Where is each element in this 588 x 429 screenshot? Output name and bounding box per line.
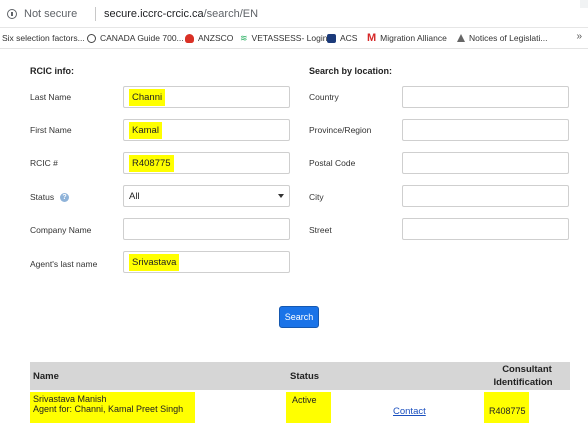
first-name-label: First Name	[30, 125, 72, 135]
consultant-id-cell: R408775	[484, 392, 529, 423]
bookmark-canada-guide[interactable]: CANADA Guide 700...	[87, 33, 184, 43]
globe-icon	[87, 33, 96, 43]
bookmark-notices[interactable]: Notices of Legislati...	[457, 33, 547, 43]
first-name-input[interactable]: Kamal	[123, 119, 290, 141]
bookmark-acs[interactable]: ACS	[327, 33, 357, 43]
rcic-info-title: RCIC info:	[30, 66, 74, 76]
postal-code-label: Postal Code	[309, 158, 356, 168]
bookmark-migration-alliance[interactable]: M Migration Alliance	[367, 31, 447, 44]
window-corner	[580, 0, 588, 8]
v-icon: ≋	[240, 32, 248, 43]
status-select[interactable]: All	[123, 185, 290, 207]
url-text[interactable]: secure.iccrc-crcic.ca/search/EN	[104, 8, 258, 20]
bookmark-vetassess[interactable]: ≋ VETASSESS- Login	[240, 33, 327, 43]
country-label: Country	[309, 92, 339, 102]
rcic-number-label: RCIC #	[30, 158, 58, 168]
city-input[interactable]	[402, 185, 569, 207]
m-icon: M	[367, 31, 377, 44]
search-button[interactable]: Search	[279, 306, 319, 328]
city-label: City	[309, 192, 324, 202]
acs-shield-icon	[327, 33, 336, 43]
help-icon[interactable]: ?	[60, 193, 69, 202]
status-label: Status	[30, 192, 55, 202]
bookmark-anzsco[interactable]: ANZSCO	[185, 33, 233, 43]
result-name-cell: Srivastava Manish Agent for: Channi, Kam…	[30, 392, 195, 423]
name-column-header: Name	[33, 371, 59, 382]
contact-link[interactable]: Contact	[393, 406, 426, 417]
security-status: Not secure	[24, 8, 78, 20]
consultant-name: Srivastava Manish	[33, 394, 107, 404]
province-label: Province/Region	[309, 125, 372, 135]
triangle-icon	[457, 34, 465, 42]
red-blob-icon	[185, 33, 194, 43]
consultant-id-header-line2: Identification	[493, 377, 553, 388]
location-title: Search by location:	[309, 66, 393, 76]
bookmarks-bar: Six selection factors... CANADA Guide 70…	[0, 28, 588, 49]
postal-code-input[interactable]	[402, 152, 569, 174]
info-icon[interactable]	[7, 9, 17, 19]
company-name-input[interactable]	[123, 218, 290, 240]
results-header: Name Status Consultant Identification	[30, 362, 570, 390]
last-name-input[interactable]: Channi	[123, 86, 290, 108]
province-input[interactable]	[402, 119, 569, 141]
chevron-down-icon	[278, 194, 284, 198]
address-divider	[95, 7, 96, 21]
bookmark-six-selection[interactable]: Six selection factors...	[2, 33, 85, 43]
last-name-label: Last Name	[30, 92, 72, 102]
consultant-id-header-line1: Consultant	[502, 364, 552, 375]
status-badge: Active	[286, 392, 331, 423]
street-label: Street	[309, 225, 332, 235]
rcic-number-input[interactable]: R408775	[123, 152, 290, 174]
agent-for-text: Agent for: Channi, Kamal Preet Singh	[33, 404, 184, 414]
more-bookmarks-icon[interactable]: »	[576, 31, 582, 42]
street-input[interactable]	[402, 218, 569, 240]
company-name-label: Company Name	[30, 225, 92, 235]
status-column-header: Status	[290, 371, 320, 382]
address-bar[interactable]: Not secure secure.iccrc-crcic.ca/search/…	[0, 0, 588, 28]
country-input[interactable]	[402, 86, 569, 108]
agent-last-name-label: Agent's last name	[30, 259, 98, 269]
agent-last-name-input[interactable]: Srivastava	[123, 251, 290, 273]
